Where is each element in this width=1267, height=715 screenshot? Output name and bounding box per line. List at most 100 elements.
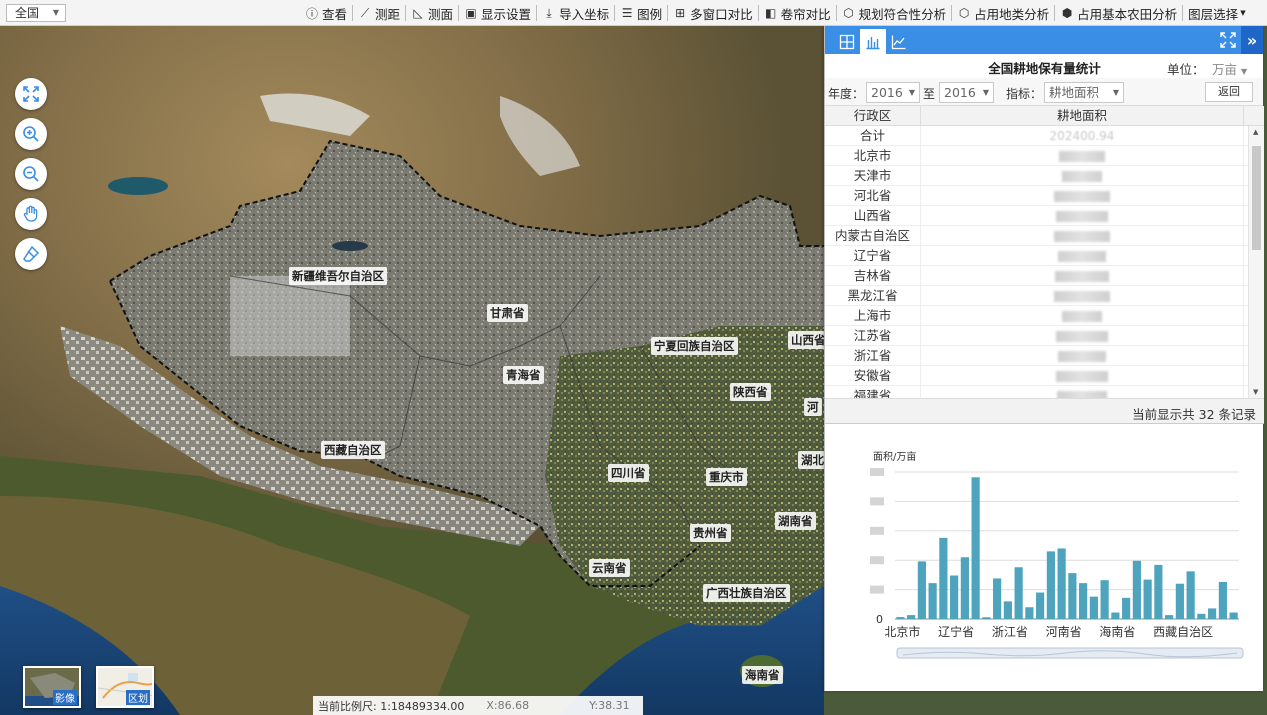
chart-bar [1025,607,1034,619]
table-row-total[interactable]: 合计 202400.94 [825,126,1264,146]
indicator-label: 指标： [1006,87,1043,101]
table-row[interactable]: 江苏省 [825,326,1264,346]
tool-label: 导入坐标 [559,6,610,22]
tool-button-ruler[interactable]: ⟋ 测距 [353,0,405,26]
province-label-shaanxi: 陕西省 [730,383,771,401]
stats-table: 行政区 耕地面积 合计 202400.94 北京市 天津市 河北省 山西省 内蒙古自治区… [825,106,1264,398]
tool-button-import[interactable]: ⤓ 导入坐标 [537,0,614,26]
tool-button-farmland[interactable]: ⬢ 占用基本农田分析 [1055,0,1182,26]
region-name-cell: 上海市 [825,306,921,325]
region-name-cell: 安徽省 [825,366,921,385]
area-measure-icon: ◺ [413,6,423,20]
zoom-out-button[interactable] [15,158,47,190]
region-name-cell: 内蒙古自治区 [825,226,921,245]
unit-select[interactable]: 万亩 ▼ [1212,59,1247,78]
scroll-up-icon[interactable]: ▲ [1253,128,1258,136]
tool-button-area-measure[interactable]: ◺ 测面 [406,0,458,26]
region-name-cell: 辽宁省 [825,246,921,265]
region-basemap-thumb[interactable]: 区划 [96,666,154,708]
chart-bar [1046,551,1055,619]
chevron-down-icon: ▼ [982,88,989,97]
province-label-xinjiang: 新疆维吾尔自治区 [289,267,387,285]
region-name-cell: 北京市 [825,146,921,165]
province-label-xizang: 西藏自治区 [321,441,385,459]
redacted-value [1054,191,1110,202]
tab-table[interactable] [834,29,860,54]
redacted-y-tick [870,497,884,506]
chevron-down-icon: ▼ [1241,67,1248,76]
tool-button-display-settings[interactable]: ▣ 显示设置 [459,0,536,26]
table-row[interactable]: 北京市 [825,146,1264,166]
column-header-region[interactable]: 行政区 [825,106,921,125]
eraser-icon [23,245,40,262]
column-header-area[interactable]: 耕地面积 [921,106,1244,125]
table-row[interactable]: 福建省 [825,386,1264,398]
year-from-select[interactable]: 2016 ▼ [866,82,920,103]
scroll-down-icon[interactable]: ▼ [1253,388,1258,396]
redacted-y-tick [870,585,884,594]
table-scrollbar[interactable]: ▲ ▼ [1248,126,1264,398]
table-row[interactable]: 安徽省 [825,366,1264,386]
table-row[interactable]: 上海市 [825,306,1264,326]
region-name-cell: 吉林省 [825,266,921,285]
panel-title-row: 全国耕地保有量统计 单位： 万亩 ▼ [825,54,1263,78]
year-label: 年度： [828,87,865,101]
bar-chart: 0 面积/万亩 北京市 辽宁省 浙江省 河南省 海南省 西藏自治区 [825,426,1264,691]
area-value-cell [921,366,1244,385]
tool-button-legend[interactable]: ☰ 图例 [615,0,667,26]
zoom-in-button[interactable] [15,118,47,150]
satellite-basemap-thumb[interactable]: 影像 [23,666,81,708]
back-button[interactable]: 返回 [1205,82,1253,102]
pan-button[interactable] [15,198,47,230]
table-header: 行政区 耕地面积 [825,106,1264,126]
chart-bar [1154,564,1163,619]
clear-button[interactable] [15,238,47,270]
chart-bar [917,561,926,619]
table-row[interactable]: 河北省 [825,186,1264,206]
indicator-select[interactable]: 耕地面积 ▼ [1044,82,1124,103]
chart-bar [1036,592,1045,619]
chart-bar [1003,601,1012,619]
record-count-text: 当前显示共 32 条记录 [1132,407,1256,422]
chart-bar [1218,581,1227,619]
plan-check-icon: ⬡ [843,6,854,20]
chart-bar [1122,597,1131,619]
tab-line-chart[interactable] [886,29,912,54]
x-tick-label: 西藏自治区 [1153,625,1213,639]
tool-button-layer-select[interactable]: 图层选择 ▼ [1183,0,1250,26]
table-icon [839,34,855,49]
fullscreen-icon[interactable] [1219,31,1237,49]
zoom-out-icon [23,166,39,182]
table-row[interactable]: 浙江省 [825,346,1264,366]
tool-button-plan-check[interactable]: ⬡ 规划符合性分析 [837,0,952,26]
chart-bar [1100,580,1109,619]
table-row[interactable]: 辽宁省 [825,246,1264,266]
tool-button-multi-window[interactable]: ⊞ 多窗口对比 [668,0,758,26]
redacted-value [1055,271,1109,282]
area-value-cell [921,346,1244,365]
scroll-thumb[interactable] [1252,146,1261,250]
table-row[interactable]: 山西省 [825,206,1264,226]
chart-bar [1165,615,1174,619]
region-select[interactable]: 全国 ▼ [6,4,66,22]
tab-bar-chart[interactable] [860,29,886,54]
full-extent-button[interactable] [15,78,47,110]
map-view[interactable]: 新疆维吾尔自治区 甘肃省 宁夏回族自治区 山西省 青海省 陕西省 河 西藏自治区… [0,26,824,715]
tool-button-landuse[interactable]: ⬡ 占用地类分析 [952,0,1054,26]
table-row[interactable]: 天津市 [825,166,1264,186]
area-value-cell [921,166,1244,185]
tool-button-curtain[interactable]: ◧ 卷帘对比 [759,0,836,26]
table-row[interactable]: 吉林省 [825,266,1264,286]
x-tick-label: 辽宁省 [938,624,974,639]
redacted-value [1062,171,1102,182]
year-to-select[interactable]: 2016 ▼ [939,82,994,103]
tool-button-info[interactable]: ⓘ 查看 [300,0,352,26]
province-label-gansu: 甘肃省 [487,304,528,322]
farmland-icon: ⬢ [1061,6,1073,20]
tool-label: 占用地类分析 [974,6,1050,22]
collapse-panel-button[interactable]: » [1241,26,1263,54]
province-label-guizhou: 贵州省 [690,524,731,542]
bar-chart-icon [866,36,880,49]
table-row[interactable]: 黑龙江省 [825,286,1264,306]
table-row[interactable]: 内蒙古自治区 [825,226,1264,246]
